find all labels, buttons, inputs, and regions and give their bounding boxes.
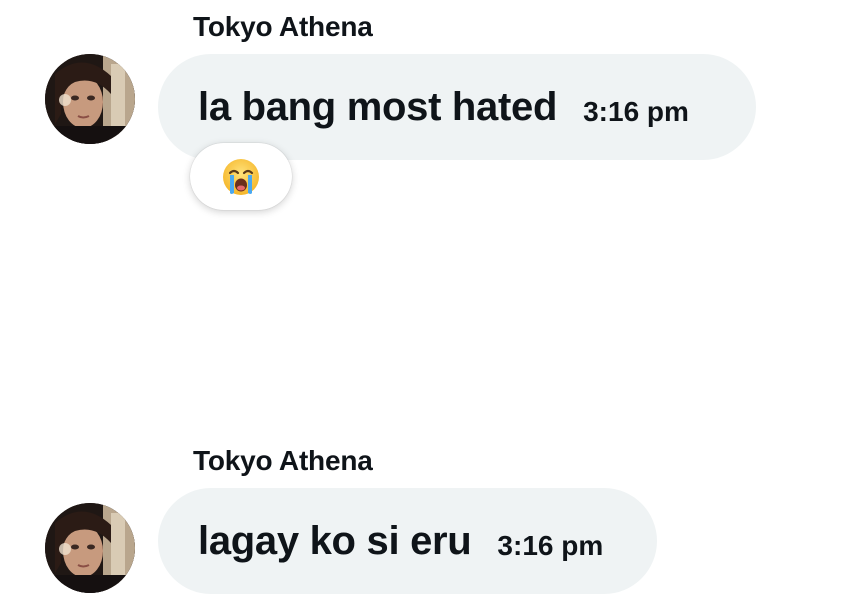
- chat-thread: Tokyo Athena la bang most hated 3:16 pm: [0, 0, 848, 611]
- reaction-badge[interactable]: [190, 143, 292, 210]
- message-timestamp: 3:16 pm: [497, 530, 604, 561]
- avatar-photo: [45, 503, 135, 593]
- sender-name[interactable]: Tokyo Athena: [193, 10, 373, 44]
- avatar[interactable]: [45, 503, 135, 593]
- avatar[interactable]: [45, 54, 135, 144]
- message-text: lagay ko si eru: [198, 518, 472, 563]
- loudly-crying-face-icon: [223, 158, 259, 195]
- sender-name[interactable]: Tokyo Athena: [193, 444, 373, 478]
- message-bubble[interactable]: lagay ko si eru 3:16 pm: [158, 488, 657, 594]
- avatar-photo: [45, 54, 135, 144]
- message-text: la bang most hated: [198, 84, 558, 129]
- message-timestamp: 3:16 pm: [583, 96, 689, 127]
